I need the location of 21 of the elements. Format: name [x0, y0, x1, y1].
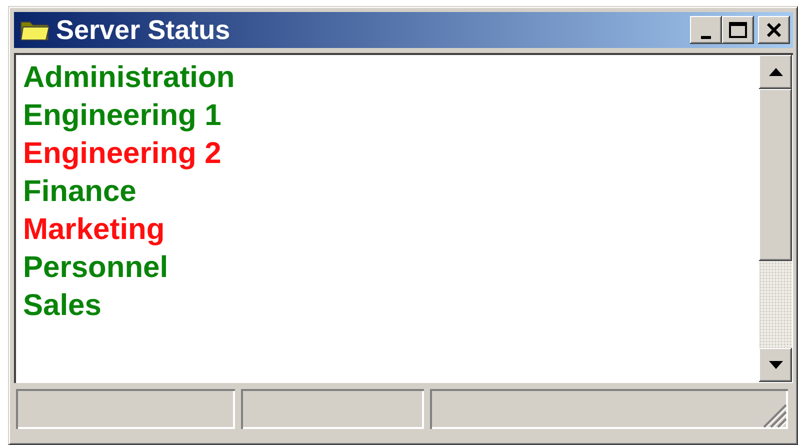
- server-name[interactable]: Engineering 1: [23, 97, 222, 135]
- maximize-icon: [729, 22, 747, 38]
- scroll-down-button[interactable]: [759, 348, 792, 382]
- scrollbar[interactable]: [759, 55, 792, 382]
- server-name[interactable]: Engineering 2: [23, 135, 222, 173]
- server-name[interactable]: Marketing: [23, 211, 165, 249]
- close-button[interactable]: [758, 16, 790, 44]
- server-name[interactable]: Finance: [23, 173, 136, 211]
- minimize-icon: [701, 36, 711, 38]
- window-title: Server Status: [56, 14, 232, 46]
- resize-grip-icon: [761, 402, 787, 428]
- maximize-button[interactable]: [722, 16, 754, 44]
- minimize-button[interactable]: [690, 16, 722, 44]
- close-icon: [766, 23, 782, 37]
- scroll-up-button[interactable]: [759, 55, 792, 89]
- up-arrow-icon: [768, 68, 782, 76]
- server-name[interactable]: Administration: [23, 59, 235, 97]
- server-name[interactable]: Personnel: [23, 249, 168, 287]
- server-name[interactable]: Sales: [23, 287, 102, 325]
- down-arrow-icon: [768, 361, 782, 369]
- scroll-thumb[interactable]: [759, 89, 792, 261]
